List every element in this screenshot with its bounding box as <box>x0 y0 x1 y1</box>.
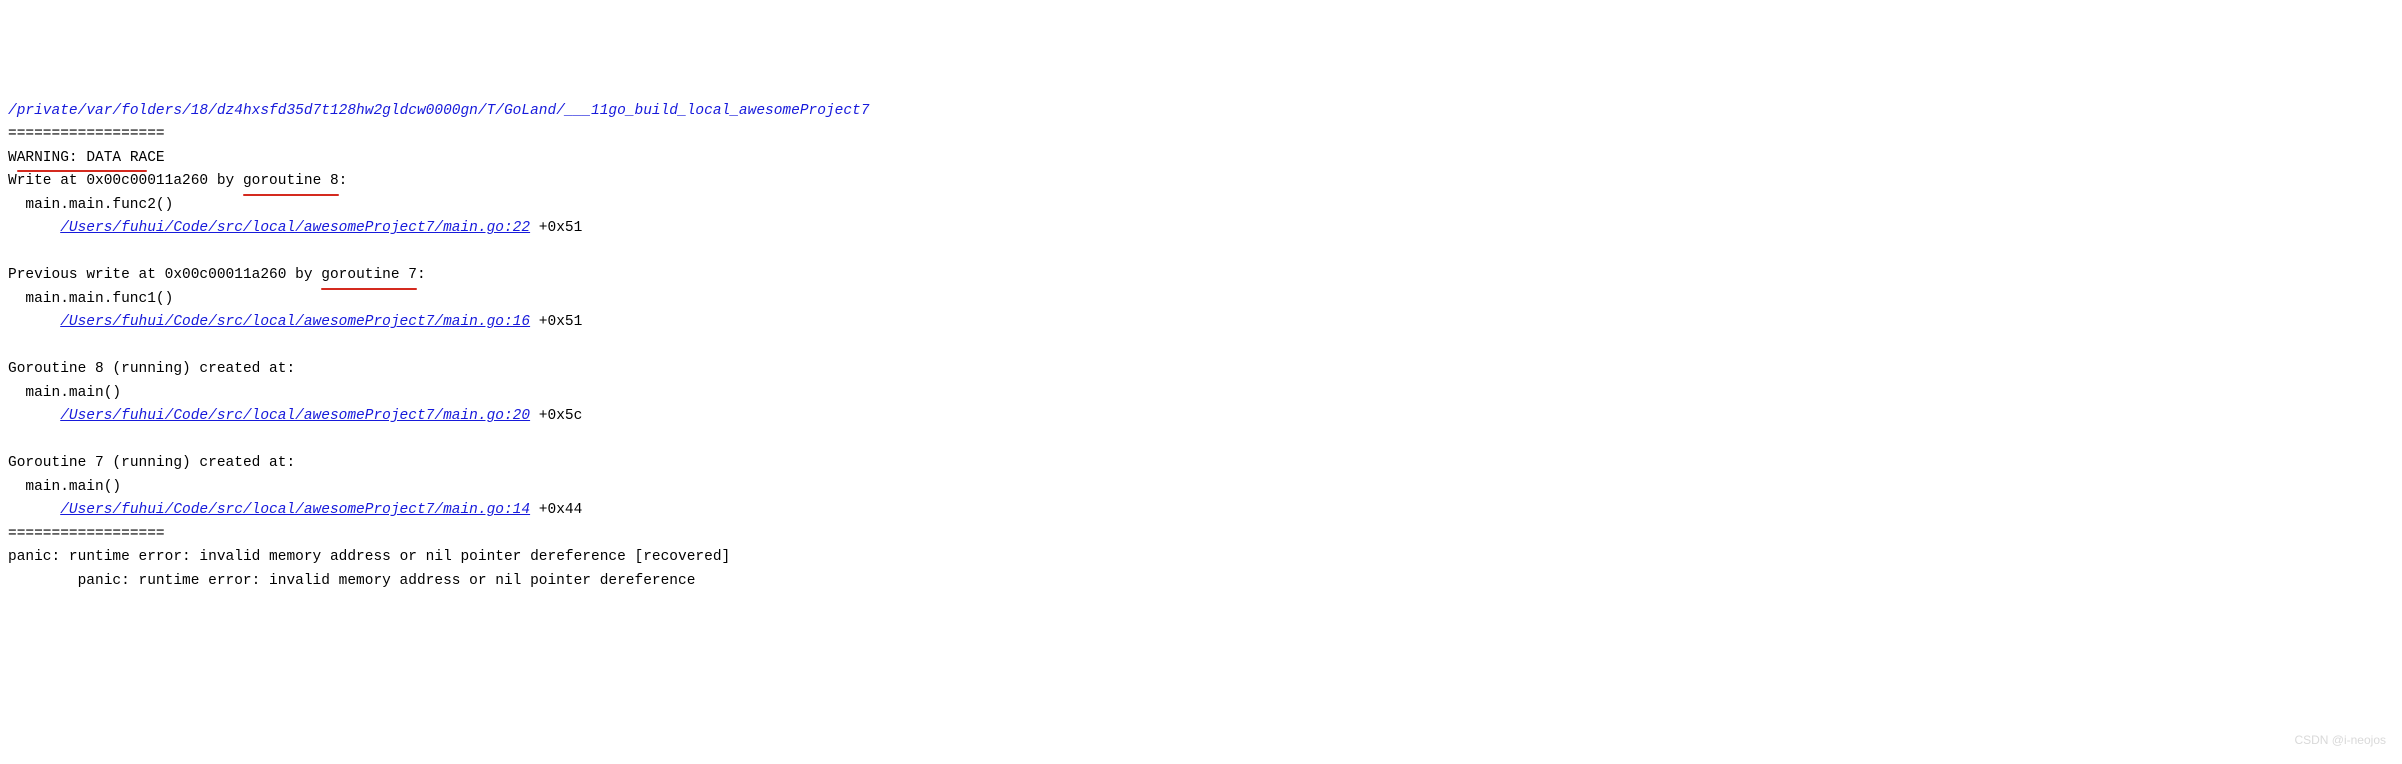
offset-2: +0x51 <box>530 314 582 330</box>
write-line-2: Previous write at 0x00c00011a260 by goro… <box>8 267 426 283</box>
offset-4: +0x44 <box>530 502 582 518</box>
func-line-4: main.main() <box>25 479 121 495</box>
goroutine-7-underline: goroutine 7 <box>321 264 417 287</box>
func-line-3: main.main() <box>25 385 121 401</box>
panic-line-1: panic: runtime error: invalid memory add… <box>8 549 730 565</box>
goroutine-8-underline: goroutine 8 <box>243 170 339 193</box>
divider-top: ================== <box>8 126 165 142</box>
file-link-4[interactable]: /Users/fuhui/Code/src/local/awesomeProje… <box>60 502 530 518</box>
file-link-3[interactable]: /Users/fuhui/Code/src/local/awesomeProje… <box>60 408 530 424</box>
offset-1: +0x51 <box>530 220 582 236</box>
goroutine-8-created: Goroutine 8 (running) created at: <box>8 361 295 377</box>
panic-line-2: panic: runtime error: invalid memory add… <box>78 573 696 589</box>
file-link-2[interactable]: /Users/fuhui/Code/src/local/awesomeProje… <box>60 314 530 330</box>
console-output: /private/var/folders/18/dz4hxsfd35d7t128… <box>8 100 2394 593</box>
divider-bottom: ================== <box>8 526 165 542</box>
executable-path: /private/var/folders/18/dz4hxsfd35d7t128… <box>8 103 869 119</box>
warning-underline: ARNING: DATA RA <box>17 147 148 170</box>
file-link-1[interactable]: /Users/fuhui/Code/src/local/awesomeProje… <box>60 220 530 236</box>
goroutine-7-created: Goroutine 7 (running) created at: <box>8 455 295 471</box>
warning-line: WARNING: DATA RACE <box>8 150 165 166</box>
func-line-1: main.main.func2() <box>25 197 173 213</box>
write-line-1: Write at 0x00c00011a260 by goroutine 8: <box>8 173 347 189</box>
offset-3: +0x5c <box>530 408 582 424</box>
watermark: CSDN @i-neojos <box>2294 731 2386 750</box>
func-line-2: main.main.func1() <box>25 291 173 307</box>
